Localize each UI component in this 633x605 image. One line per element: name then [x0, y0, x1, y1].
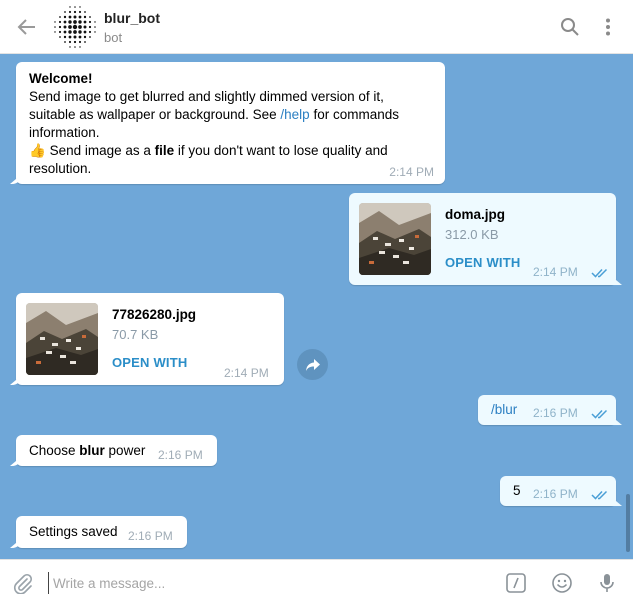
blur-command-link[interactable]: /blur [491, 401, 517, 419]
paperclip-icon [14, 573, 33, 594]
welcome-line-2: suitable as wallpaper or background. See… [29, 106, 399, 124]
message-text: Choose blur power [29, 442, 145, 460]
microphone-icon [600, 574, 614, 592]
message-outgoing[interactable]: 5 2:16 PM [500, 476, 616, 506]
double-check-icon [591, 268, 608, 278]
message-incoming[interactable]: Settings saved 2:16 PM [16, 516, 187, 548]
welcome-line-1: Send image to get blurred and slightly d… [29, 89, 384, 104]
double-check-icon [591, 409, 608, 419]
file-thumbnail[interactable] [359, 203, 431, 275]
message-text: 5 [513, 483, 521, 498]
voice-record-button[interactable] [593, 569, 621, 597]
message-time: 2:16 PM [533, 487, 578, 501]
attach-button[interactable] [9, 569, 37, 597]
forward-icon [305, 358, 320, 371]
welcome-line-2-text: suitable as wallpaper or background. See [29, 107, 281, 122]
forward-button[interactable] [297, 349, 328, 380]
message-time: 2:14 PM [224, 366, 269, 380]
open-with-button[interactable]: OPEN WITH [112, 355, 187, 370]
help-command-link[interactable]: /help [280, 107, 309, 122]
message-file-outgoing[interactable]: doma.jpg 312.0 KB OPEN WITH 2:14 PM [349, 193, 616, 285]
message-time: 2:14 PM [389, 165, 434, 179]
open-with-button[interactable]: OPEN WITH [445, 255, 520, 270]
choose-text-tail: power [104, 443, 146, 458]
more-vertical-icon [606, 18, 610, 36]
message-text: Welcome! Send image to get blurred and s… [29, 70, 399, 178]
welcome-title: Welcome! [29, 71, 93, 86]
file-name: 77826280.jpg [112, 307, 197, 322]
more-menu-button[interactable] [595, 14, 621, 40]
welcome-line-3: information. [29, 125, 100, 140]
welcome-line-5: resolution. [29, 161, 92, 176]
commands-button[interactable] [502, 569, 530, 597]
welcome-line-4-text: Send image as a [45, 143, 155, 158]
search-icon [561, 18, 579, 36]
file-size: 70.7 KB [112, 327, 159, 342]
message-file-incoming[interactable]: 77826280.jpg 70.7 KB OPEN WITH 2:14 PM [16, 293, 284, 385]
image-thumbnail-icon [359, 203, 431, 275]
message-text: Settings saved [29, 524, 118, 539]
smiley-icon [552, 573, 572, 593]
emoji-button[interactable] [548, 569, 576, 597]
message-outgoing[interactable]: /blur 2:16 PM [478, 395, 616, 425]
file-name: doma.jpg [445, 207, 505, 222]
slash-command-icon [506, 573, 526, 593]
file-size: 312.0 KB [445, 227, 499, 242]
back-button[interactable] [14, 14, 40, 40]
welcome-line-4-bold: file [154, 143, 175, 158]
double-check-icon [591, 490, 608, 500]
message-incoming[interactable]: Choose blur power 2:16 PM [16, 435, 217, 466]
message-time: 2:16 PM [533, 406, 578, 420]
image-thumbnail-icon [26, 303, 98, 375]
message-list[interactable]: Welcome! Send image to get blurred and s… [0, 54, 633, 559]
welcome-line-4: 👍 Send image as a file if you don't want… [29, 142, 399, 160]
avatar[interactable] [53, 5, 97, 49]
choose-text: Choose [29, 443, 80, 458]
file-thumbnail[interactable] [26, 303, 98, 375]
composer [0, 559, 633, 605]
message-input[interactable] [48, 572, 488, 594]
message-welcome[interactable]: Welcome! Send image to get blurred and s… [16, 62, 445, 184]
welcome-line-4-tail: if you don't want to lose quality and [174, 143, 388, 158]
choose-text-bold: blur [79, 443, 105, 458]
chat-header: blur_bot bot [0, 0, 633, 54]
arrow-left-icon [17, 19, 35, 35]
chat-subtitle: bot [104, 30, 123, 45]
welcome-line-2-tail: for commands [309, 107, 399, 122]
search-button[interactable] [557, 14, 583, 40]
thumbs-up-icon: 👍 [29, 143, 46, 158]
message-time: 2:16 PM [158, 448, 203, 462]
scrollbar[interactable] [626, 494, 630, 552]
chat-title[interactable]: blur_bot [104, 10, 160, 26]
message-time: 2:16 PM [128, 529, 173, 543]
message-time: 2:14 PM [533, 265, 578, 279]
